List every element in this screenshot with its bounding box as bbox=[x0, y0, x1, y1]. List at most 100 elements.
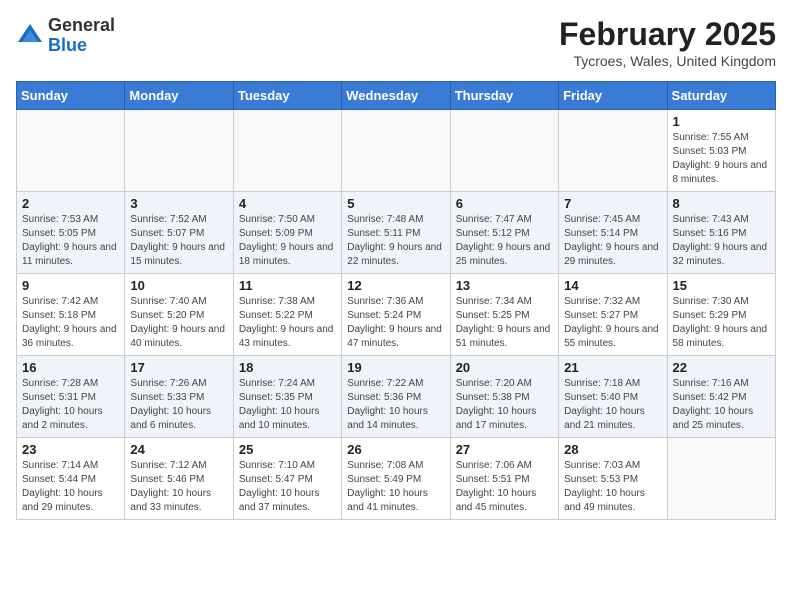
calendar-day-cell: 12 Sunrise: 7:36 AM Sunset: 5:24 PM Dayli… bbox=[342, 274, 450, 356]
day-info: Sunrise: 7:26 AM Sunset: 5:33 PM Dayligh… bbox=[130, 377, 227, 433]
day-number: 15 bbox=[673, 278, 770, 293]
day-info: Sunrise: 7:36 AM Sunset: 5:24 PM Dayligh… bbox=[347, 295, 444, 351]
calendar-day-cell: 13 Sunrise: 7:34 AM Sunset: 5:25 PM Dayli… bbox=[450, 274, 558, 356]
day-info: Sunrise: 7:06 AM Sunset: 5:51 PM Dayligh… bbox=[456, 459, 553, 515]
calendar-header-thursday: Thursday bbox=[450, 82, 558, 110]
day-number: 19 bbox=[347, 360, 444, 375]
title-block: February 2025 Tycroes, Wales, United Kin… bbox=[559, 16, 776, 69]
day-number: 7 bbox=[564, 196, 661, 211]
calendar-day-cell: 16 Sunrise: 7:28 AM Sunset: 5:31 PM Dayli… bbox=[17, 356, 125, 438]
day-info: Sunrise: 7:28 AM Sunset: 5:31 PM Dayligh… bbox=[22, 377, 119, 433]
calendar-week-row: 2 Sunrise: 7:53 AM Sunset: 5:05 PM Daylig… bbox=[17, 192, 776, 274]
calendar-day-cell: 28Sunrise: 7:03 AM Sunset: 5:53 PM Dayli… bbox=[559, 438, 667, 520]
month-title: February 2025 bbox=[559, 16, 776, 53]
calendar-header-wednesday: Wednesday bbox=[342, 82, 450, 110]
calendar-day-cell bbox=[559, 110, 667, 192]
calendar-day-cell bbox=[450, 110, 558, 192]
day-info: Sunrise: 7:38 AM Sunset: 5:22 PM Dayligh… bbox=[239, 295, 336, 351]
day-number: 6 bbox=[456, 196, 553, 211]
day-info: Sunrise: 7:08 AM Sunset: 5:49 PM Dayligh… bbox=[347, 459, 444, 515]
calendar-day-cell: 20 Sunrise: 7:20 AM Sunset: 5:38 PM Dayli… bbox=[450, 356, 558, 438]
day-number: 21 bbox=[564, 360, 661, 375]
day-info: Sunrise: 7:18 AM Sunset: 5:40 PM Dayligh… bbox=[564, 377, 661, 433]
calendar-header-tuesday: Tuesday bbox=[233, 82, 341, 110]
day-number: 18 bbox=[239, 360, 336, 375]
day-number: 23 bbox=[22, 442, 119, 457]
day-info: Sunrise: 7:22 AM Sunset: 5:36 PM Dayligh… bbox=[347, 377, 444, 433]
calendar-header-sunday: Sunday bbox=[17, 82, 125, 110]
day-number: 2 bbox=[22, 196, 119, 211]
day-info: Sunrise: 7:12 AM Sunset: 5:46 PM Dayligh… bbox=[130, 459, 227, 515]
calendar-week-row: 9 Sunrise: 7:42 AM Sunset: 5:18 PM Daylig… bbox=[17, 274, 776, 356]
calendar-day-cell: 24Sunrise: 7:12 AM Sunset: 5:46 PM Dayli… bbox=[125, 438, 233, 520]
logo-general-text: General bbox=[48, 15, 115, 35]
day-number: 26 bbox=[347, 442, 444, 457]
calendar-day-cell bbox=[125, 110, 233, 192]
location-subtitle: Tycroes, Wales, United Kingdom bbox=[559, 53, 776, 69]
day-info: Sunrise: 7:43 AM Sunset: 5:16 PM Dayligh… bbox=[673, 213, 770, 269]
day-number: 12 bbox=[347, 278, 444, 293]
calendar-day-cell: 10Sunrise: 7:40 AM Sunset: 5:20 PM Dayli… bbox=[125, 274, 233, 356]
calendar-day-cell: 3 Sunrise: 7:52 AM Sunset: 5:07 PM Daylig… bbox=[125, 192, 233, 274]
calendar-day-cell: 4 Sunrise: 7:50 AM Sunset: 5:09 PM Daylig… bbox=[233, 192, 341, 274]
day-number: 27 bbox=[456, 442, 553, 457]
day-number: 4 bbox=[239, 196, 336, 211]
day-info: Sunrise: 7:48 AM Sunset: 5:11 PM Dayligh… bbox=[347, 213, 444, 269]
day-info: Sunrise: 7:42 AM Sunset: 5:18 PM Dayligh… bbox=[22, 295, 119, 351]
calendar-day-cell: 25 Sunrise: 7:10 AM Sunset: 5:47 PM Dayli… bbox=[233, 438, 341, 520]
day-number: 16 bbox=[22, 360, 119, 375]
day-info: Sunrise: 7:16 AM Sunset: 5:42 PM Dayligh… bbox=[673, 377, 770, 433]
calendar-header-saturday: Saturday bbox=[667, 82, 775, 110]
calendar-day-cell bbox=[342, 110, 450, 192]
day-info: Sunrise: 7:14 AM Sunset: 5:44 PM Dayligh… bbox=[22, 459, 119, 515]
day-info: Sunrise: 7:40 AM Sunset: 5:20 PM Dayligh… bbox=[130, 295, 227, 351]
day-number: 28 bbox=[564, 442, 661, 457]
calendar-day-cell: 14Sunrise: 7:32 AM Sunset: 5:27 PM Dayli… bbox=[559, 274, 667, 356]
calendar-table: SundayMondayTuesdayWednesdayThursdayFrid… bbox=[16, 81, 776, 520]
day-info: Sunrise: 7:55 AM Sunset: 5:03 PM Dayligh… bbox=[673, 131, 770, 187]
day-number: 8 bbox=[673, 196, 770, 211]
day-info: Sunrise: 7:47 AM Sunset: 5:12 PM Dayligh… bbox=[456, 213, 553, 269]
day-number: 20 bbox=[456, 360, 553, 375]
calendar-header-friday: Friday bbox=[559, 82, 667, 110]
calendar-header-monday: Monday bbox=[125, 82, 233, 110]
calendar-day-cell bbox=[17, 110, 125, 192]
calendar-day-cell: 9 Sunrise: 7:42 AM Sunset: 5:18 PM Daylig… bbox=[17, 274, 125, 356]
calendar-day-cell: 6 Sunrise: 7:47 AM Sunset: 5:12 PM Daylig… bbox=[450, 192, 558, 274]
day-info: Sunrise: 7:50 AM Sunset: 5:09 PM Dayligh… bbox=[239, 213, 336, 269]
calendar-day-cell: 2 Sunrise: 7:53 AM Sunset: 5:05 PM Daylig… bbox=[17, 192, 125, 274]
day-number: 25 bbox=[239, 442, 336, 457]
day-number: 14 bbox=[564, 278, 661, 293]
day-info: Sunrise: 7:34 AM Sunset: 5:25 PM Dayligh… bbox=[456, 295, 553, 351]
day-number: 3 bbox=[130, 196, 227, 211]
calendar-day-cell: 7Sunrise: 7:45 AM Sunset: 5:14 PM Daylig… bbox=[559, 192, 667, 274]
logo: General Blue bbox=[16, 16, 115, 56]
calendar-day-cell: 26 Sunrise: 7:08 AM Sunset: 5:49 PM Dayli… bbox=[342, 438, 450, 520]
calendar-day-cell: 21 Sunrise: 7:18 AM Sunset: 5:40 PM Dayli… bbox=[559, 356, 667, 438]
calendar-day-cell: 5 Sunrise: 7:48 AM Sunset: 5:11 PM Daylig… bbox=[342, 192, 450, 274]
day-info: Sunrise: 7:53 AM Sunset: 5:05 PM Dayligh… bbox=[22, 213, 119, 269]
day-info: Sunrise: 7:20 AM Sunset: 5:38 PM Dayligh… bbox=[456, 377, 553, 433]
calendar-day-cell: 17Sunrise: 7:26 AM Sunset: 5:33 PM Dayli… bbox=[125, 356, 233, 438]
day-info: Sunrise: 7:24 AM Sunset: 5:35 PM Dayligh… bbox=[239, 377, 336, 433]
day-info: Sunrise: 7:52 AM Sunset: 5:07 PM Dayligh… bbox=[130, 213, 227, 269]
calendar-day-cell: 19 Sunrise: 7:22 AM Sunset: 5:36 PM Dayli… bbox=[342, 356, 450, 438]
calendar-week-row: 16 Sunrise: 7:28 AM Sunset: 5:31 PM Dayli… bbox=[17, 356, 776, 438]
calendar-header-row: SundayMondayTuesdayWednesdayThursdayFrid… bbox=[17, 82, 776, 110]
day-number: 1 bbox=[673, 114, 770, 129]
calendar-day-cell bbox=[667, 438, 775, 520]
calendar-day-cell: 1 Sunrise: 7:55 AM Sunset: 5:03 PM Daylig… bbox=[667, 110, 775, 192]
day-number: 13 bbox=[456, 278, 553, 293]
day-number: 22 bbox=[673, 360, 770, 375]
page-header: General Blue February 2025 Tycroes, Wale… bbox=[16, 16, 776, 69]
day-number: 9 bbox=[22, 278, 119, 293]
calendar-day-cell: 22 Sunrise: 7:16 AM Sunset: 5:42 PM Dayli… bbox=[667, 356, 775, 438]
day-info: Sunrise: 7:10 AM Sunset: 5:47 PM Dayligh… bbox=[239, 459, 336, 515]
calendar-day-cell: 18 Sunrise: 7:24 AM Sunset: 5:35 PM Dayli… bbox=[233, 356, 341, 438]
day-number: 11 bbox=[239, 278, 336, 293]
calendar-week-row: 23 Sunrise: 7:14 AM Sunset: 5:44 PM Dayli… bbox=[17, 438, 776, 520]
day-number: 5 bbox=[347, 196, 444, 211]
calendar-day-cell: 15 Sunrise: 7:30 AM Sunset: 5:29 PM Dayli… bbox=[667, 274, 775, 356]
day-info: Sunrise: 7:30 AM Sunset: 5:29 PM Dayligh… bbox=[673, 295, 770, 351]
calendar-day-cell: 8 Sunrise: 7:43 AM Sunset: 5:16 PM Daylig… bbox=[667, 192, 775, 274]
